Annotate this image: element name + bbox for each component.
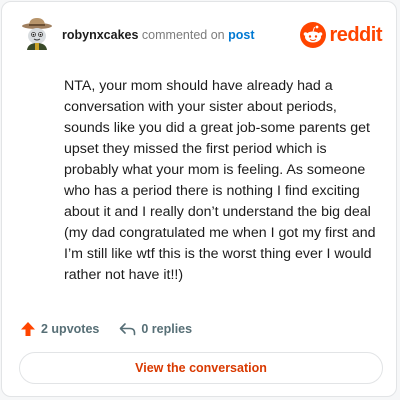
reddit-alien-icon: [300, 22, 327, 48]
commented-on-label: commented on: [141, 28, 225, 42]
comment-card: robynxcakes commented on post reddit NTA…: [1, 1, 397, 397]
upvote-button[interactable]: 2 upvotes: [20, 321, 99, 337]
view-conversation-button[interactable]: View the conversation: [19, 352, 383, 384]
comment-actions: 2 upvotes 0 replies: [20, 320, 192, 338]
comment-body: NTA, your mom should have already had a …: [64, 78, 376, 283]
username-link[interactable]: robynxcakes: [62, 28, 138, 42]
comment-meta: robynxcakes commented on post: [62, 27, 254, 43]
avatar[interactable]: [20, 16, 54, 50]
reply-arrow-icon: [120, 323, 136, 336]
upvote-count: 2 upvotes: [41, 322, 100, 336]
post-link[interactable]: post: [228, 28, 254, 42]
reply-button[interactable]: 0 replies: [119, 322, 192, 336]
reddit-wordmark: reddit: [329, 23, 382, 46]
comment-header: robynxcakes commented on post reddit: [20, 16, 382, 54]
reddit-logo[interactable]: reddit: [300, 20, 382, 50]
reply-count: 0 replies: [141, 322, 193, 336]
avatar-cowboy-icon: [22, 18, 52, 50]
upvote-arrow-icon: [21, 322, 35, 336]
